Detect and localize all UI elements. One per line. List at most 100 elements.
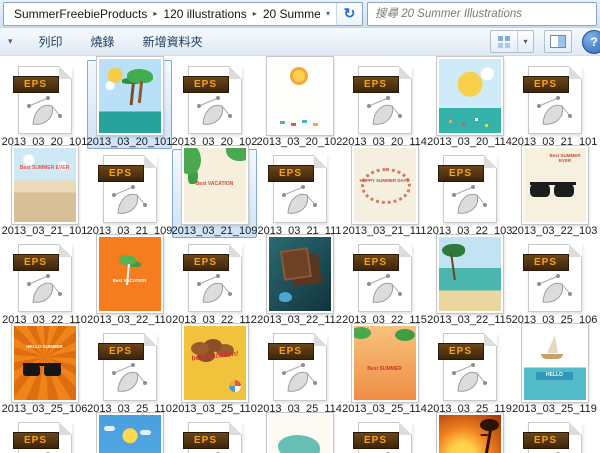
file-name: 2013_03_25_110 [172, 403, 257, 415]
palm-orange-thumbnail: Best VACATION [97, 235, 163, 313]
search-box[interactable] [367, 2, 597, 26]
wreath-thumbnail: HAPPY SUMMER DAYS [352, 146, 418, 224]
file-item-thumbnail[interactable] [257, 416, 342, 453]
file-item-eps[interactable]: EPS [512, 416, 597, 453]
breadcrumb-path: SummerFreebieProducts ▸ 120 illustration… [4, 3, 320, 25]
file-item-eps[interactable]: EPS 2013_03_22_115 [342, 238, 427, 327]
file-item-thumbnail[interactable]: HAPPY SUMMER DAYS2013_03_21_111 [342, 149, 427, 238]
file-item-thumbnail[interactable] [427, 416, 512, 453]
file-item-eps[interactable]: EPS 2013_03_25_114 [257, 327, 342, 416]
file-icon-area [258, 239, 341, 313]
file-item-eps[interactable]: EPS 2013_03_20_102 [172, 60, 257, 149]
breadcrumb-item-120-illustrations[interactable]: 120 illustrations [159, 7, 250, 21]
file-grid: EPS 2013_03_20_1012013_03_20_101 EPS 201… [2, 60, 599, 453]
eps-file-icon: EPS [103, 333, 157, 401]
search-input[interactable] [368, 5, 596, 23]
file-icon-area: EPS [428, 150, 511, 224]
eps-badge: EPS [183, 76, 229, 93]
file-item-eps[interactable]: EPS [342, 416, 427, 453]
file-icon-area: EPS [428, 328, 511, 402]
file-item-thumbnail[interactable]: 2013_03_22_112 [257, 238, 342, 327]
file-item-thumbnail[interactable]: Best VACATION2013_03_21_109 [172, 149, 257, 238]
address-dropdown chevron-down-icon[interactable]: ▾ [320, 3, 336, 25]
bezier-curve-icon [451, 361, 489, 397]
eps-badge: EPS [13, 254, 59, 271]
sun-sea-thumbnail [437, 57, 503, 135]
file-item-thumbnail[interactable]: 2013_03_20_114 [427, 60, 512, 149]
toolbar-overflow chevron-down-icon[interactable]: ▾ [8, 36, 13, 47]
breadcrumb-item-current-folder[interactable]: 20 Summer Illustrations [259, 7, 320, 21]
breadcrumb-separator-icon: ▸ [151, 9, 159, 18]
eps-file-icon: EPS [528, 244, 582, 312]
view-dropdown chevron-down-icon[interactable]: ▾ [517, 31, 533, 52]
bezier-curve-icon [281, 183, 319, 219]
beach-sand-thumbnail: Best SUMMER EVER [12, 146, 78, 224]
file-item-eps[interactable]: EPS 2013_03_25_106 [512, 238, 597, 327]
eps-file-icon: EPS [273, 333, 327, 401]
refresh-button[interactable]: ↻ [336, 3, 362, 25]
file-icon-area: best vacation! [173, 328, 256, 402]
eps-file-icon: EPS [188, 422, 242, 453]
file-item-thumbnail[interactable] [87, 416, 172, 453]
file-icon-area [258, 417, 341, 453]
bezier-curve-icon [196, 272, 234, 308]
file-item-eps[interactable]: EPS 2013_03_21_109 [87, 149, 172, 238]
eps-file-icon: EPS [358, 66, 412, 134]
sunburst-glasses-thumbnail: HELLO SUMMER [12, 324, 78, 402]
eps-file-icon: EPS [18, 422, 72, 453]
eps-badge: EPS [353, 432, 399, 449]
new-folder-button[interactable]: 新增資料夾 [133, 29, 213, 54]
file-icon-area: EPS [88, 150, 171, 224]
folder-content: EPS 2013_03_20_1012013_03_20_101 EPS 201… [0, 56, 600, 453]
eps-badge: EPS [98, 165, 144, 182]
file-item-thumbnail[interactable]: 2013_03_20_101 [87, 60, 172, 149]
file-name: 2013_03_25_119 [512, 403, 597, 415]
file-item-thumbnail[interactable]: Best SUMMER EVER2013_03_21_101 [2, 149, 87, 238]
file-item-eps[interactable]: EPS 2013_03_22_110 [2, 238, 87, 327]
file-item-eps[interactable]: EPS 2013_03_25_110 [87, 327, 172, 416]
thumbnail-caption: HELLO [536, 372, 573, 380]
file-item-eps[interactable]: EPS 2013_03_21_101 [512, 60, 597, 149]
eps-badge: EPS [98, 343, 144, 360]
preview-pane-button[interactable] [544, 30, 572, 53]
file-icon-area: HELLO [513, 328, 596, 402]
file-item-eps[interactable]: EPS 2013_03_22_103 [427, 149, 512, 238]
file-icon-area: EPS [343, 417, 426, 453]
palm-cream-thumbnail: Best VACATION [182, 146, 248, 224]
file-icon-area: Best VACATION [173, 150, 256, 224]
file-item-thumbnail[interactable]: Best SUMMER EVER2013_03_22_103 [512, 149, 597, 238]
file-item-eps[interactable]: EPS 2013_03_25_119 [427, 327, 512, 416]
burn-button[interactable]: 燒錄 [81, 29, 125, 54]
thumbnail-caption: HELLO SUMMER [14, 344, 76, 349]
file-item-thumbnail[interactable]: Best SUMMER2013_03_25_114 [342, 327, 427, 416]
island-sky-thumbnail [97, 413, 163, 453]
eps-badge: EPS [353, 76, 399, 93]
eps-badge: EPS [183, 432, 229, 449]
breadcrumb-item-root[interactable]: SummerFreebieProducts [10, 7, 151, 21]
file-item-eps[interactable]: EPS 2013_03_20_114 [342, 60, 427, 149]
bezier-curve-icon [366, 94, 404, 130]
breadcrumb[interactable]: SummerFreebieProducts ▸ 120 illustration… [3, 2, 363, 26]
file-item-thumbnail[interactable]: best vacation!2013_03_25_110 [172, 327, 257, 416]
file-item-eps[interactable]: EPS 2013_03_21_111 [257, 149, 342, 238]
file-item-eps[interactable]: EPS [172, 416, 257, 453]
file-item-thumbnail[interactable]: HELLO 2013_03_25_119 [512, 327, 597, 416]
file-item-eps[interactable]: EPS 2013_03_22_112 [172, 238, 257, 327]
eps-badge: EPS [523, 254, 569, 271]
file-item-thumbnail[interactable]: 2013_03_20_102 [257, 60, 342, 149]
eps-file-icon: EPS [18, 244, 72, 312]
change-view-button[interactable]: ▾ [490, 30, 534, 53]
file-icon-area: EPS [3, 239, 86, 313]
help-button[interactable]: ? [582, 30, 600, 54]
file-item-thumbnail[interactable]: Best VACATION2013_03_22_110 [87, 238, 172, 327]
print-button[interactable]: 列印 [29, 29, 73, 54]
file-item-thumbnail[interactable]: HELLO SUMMER 2013_03_25_106 [2, 327, 87, 416]
file-item-eps[interactable]: EPS [2, 416, 87, 453]
file-item-eps[interactable]: EPS 2013_03_20_101 [2, 60, 87, 149]
file-icon-area: EPS [513, 61, 596, 135]
bezier-curve-icon [26, 94, 64, 130]
eps-file-icon: EPS [188, 244, 242, 312]
file-name: 2013_03_25_106 [2, 403, 88, 415]
file-icon-area: HAPPY SUMMER DAYS [343, 150, 426, 224]
file-item-thumbnail[interactable]: 2013_03_22_115 [427, 238, 512, 327]
